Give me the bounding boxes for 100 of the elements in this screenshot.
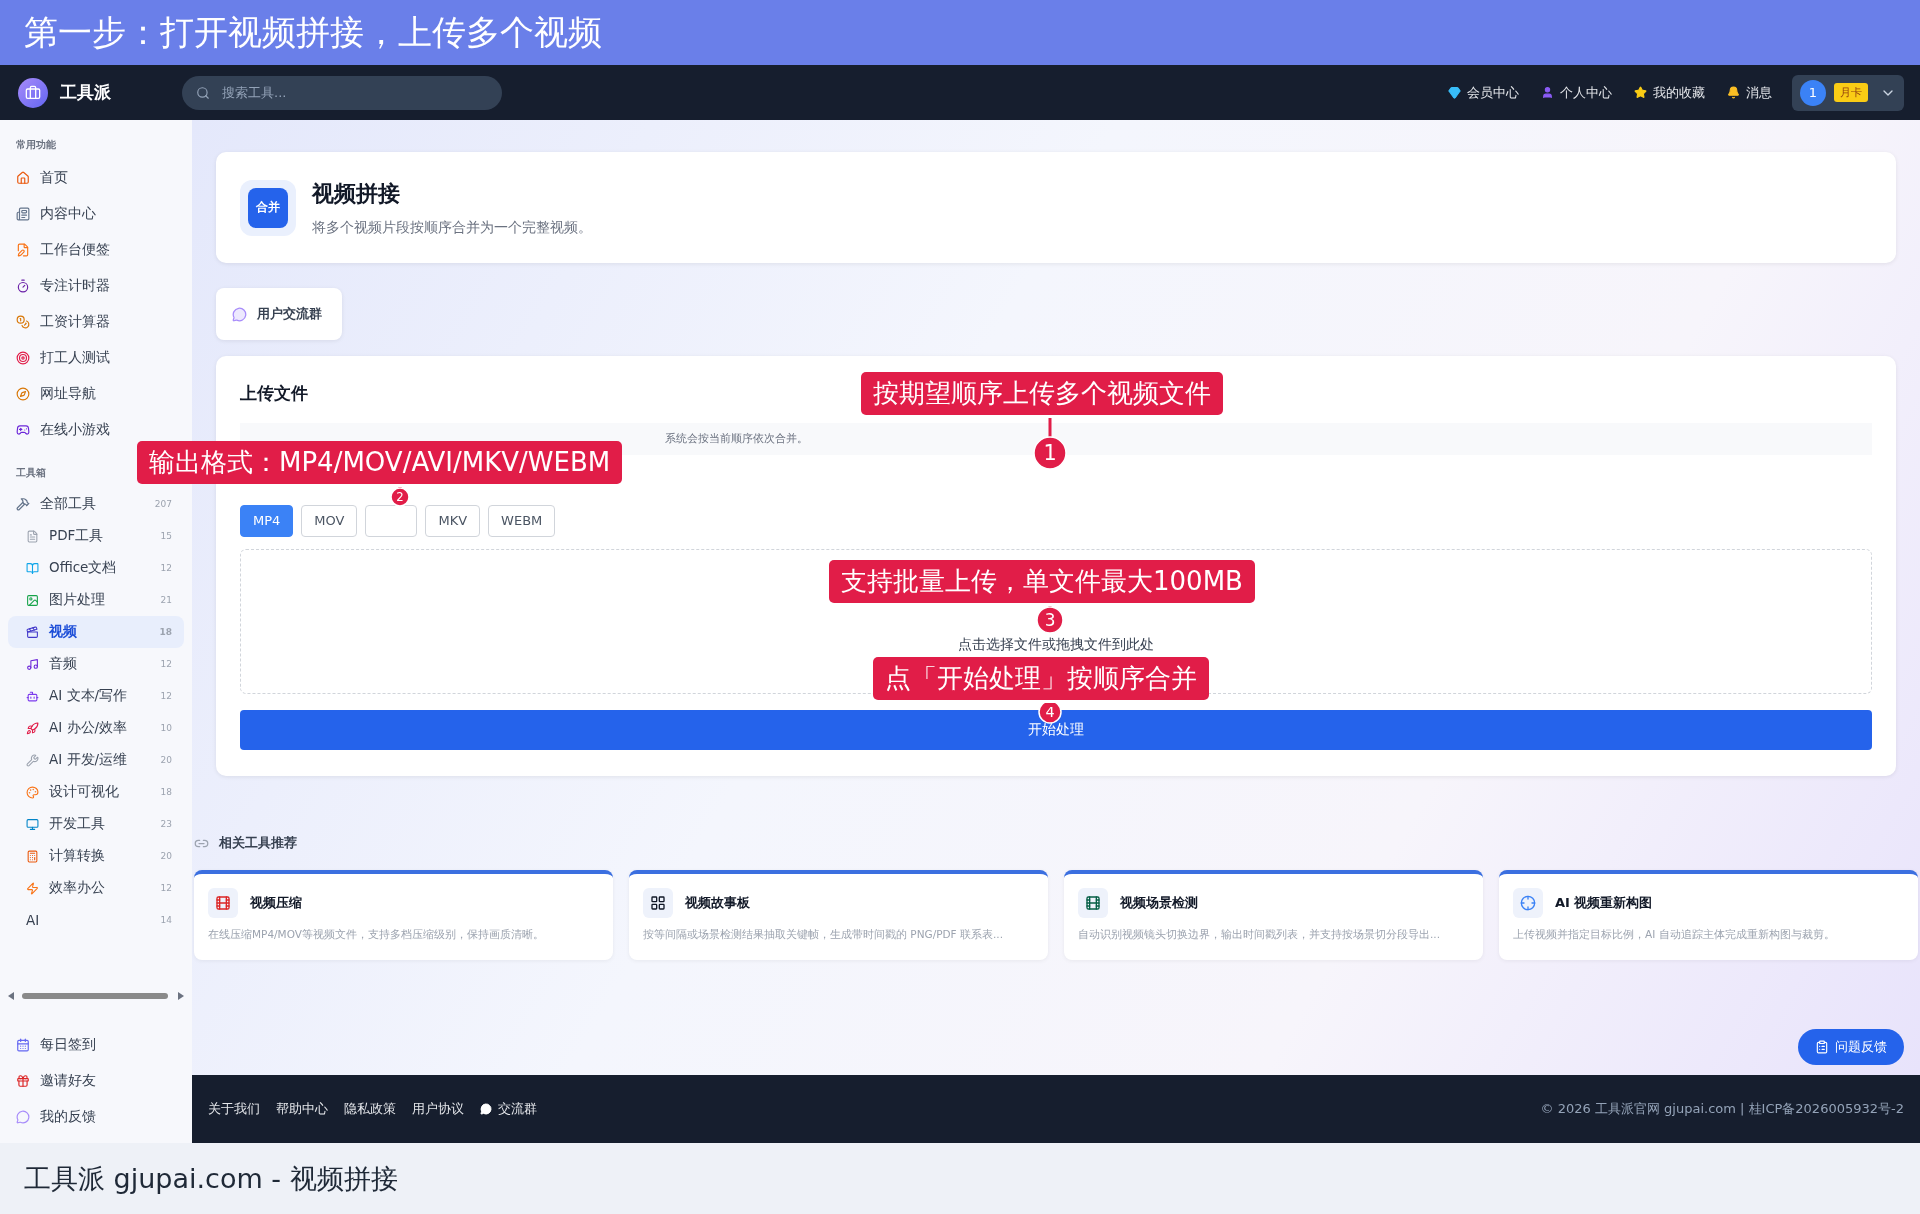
logo-icon[interactable] <box>18 77 48 108</box>
item-count: 20 <box>160 755 172 765</box>
category-item[interactable]: AI 14 <box>8 904 184 936</box>
tool-card[interactable]: 视频故事板 按等间隔或场景检测结果抽取关键帧，生成带时间戳的 PNG/PDF 联系表... <box>629 870 1048 960</box>
item-count: 10 <box>160 723 172 733</box>
search-icon <box>196 85 210 100</box>
item-count: 21 <box>160 595 172 605</box>
category-item[interactable]: AI 办公/效率 10 <box>8 712 184 744</box>
format-chip[interactable]: WEBM <box>488 504 556 537</box>
sidebar-item[interactable]: 打工人测试 <box>8 340 184 376</box>
feedback-button[interactable]: 问题反馈 <box>1798 1029 1904 1065</box>
format-chip[interactable]: MOV <box>301 504 358 537</box>
tool-description: 将多个视频片段按顺序合并为一个完整视频。 <box>312 218 592 237</box>
callout-label: 按期望顺序上传多个视频文件 <box>861 372 1223 415</box>
logo-text[interactable]: 工具派 <box>60 81 182 104</box>
sidebar-item[interactable]: 邀请好友 <box>8 1063 184 1099</box>
user-menu[interactable]: 1 月卡 <box>1792 74 1904 111</box>
category-item[interactable]: Office文档 12 <box>8 552 184 584</box>
drop-zone-text: 点击选择文件或拖拽文件到此处 <box>958 635 1154 654</box>
nav-link[interactable]: 消息 <box>1727 83 1772 102</box>
gift-icon <box>16 1074 30 1088</box>
category-item[interactable]: PDF工具 15 <box>8 520 184 552</box>
tool-badge: 合并 <box>248 187 288 228</box>
sidebar-item[interactable]: 工作台便签 <box>8 232 184 268</box>
user-icon <box>1541 86 1554 99</box>
item-count: 18 <box>160 787 172 797</box>
horizontal-scrollbar[interactable] <box>8 989 184 1003</box>
category-item[interactable]: 视频 18 <box>8 616 184 648</box>
hint-text: 系统会按当前顺序依次合并。 <box>665 431 808 447</box>
home-icon <box>16 171 30 185</box>
section-title: 工具箱 <box>15 466 47 480</box>
category-item[interactable]: AI 文本/写作 12 <box>8 680 184 712</box>
tool-name: 视频故事板 <box>685 894 750 912</box>
calendar-icon <box>16 1038 30 1052</box>
format-chip[interactable]: MKV <box>425 504 481 537</box>
item-count: 20 <box>160 851 172 861</box>
search-field[interactable]: 搜索工具... <box>182 75 502 110</box>
item-count: 18 <box>159 627 172 637</box>
section-title: 相关工具推荐 <box>219 834 297 852</box>
footer-link[interactable]: 用户协议 <box>412 1100 464 1118</box>
sidebar-item[interactable]: 每日签到 <box>8 1027 184 1063</box>
item-count: 12 <box>160 659 172 669</box>
coins-icon <box>16 315 30 329</box>
category-item[interactable]: 效率办公 12 <box>8 872 184 904</box>
plan-tag: 月卡 <box>1834 83 1868 102</box>
tool-card[interactable]: 视频压缩 在线压缩MP4/MOV等视频文件，支持多档压缩级别，保持画质清晰。 <box>194 870 613 960</box>
category-item[interactable]: 设计可视化 18 <box>8 776 184 808</box>
callout-label: 输出格式：MP4/MOV/AVI/MKV/WEBM <box>137 441 623 484</box>
tool-card[interactable]: AI 视频重新构图 上传视频并指定目标比例，AI 自动追踪主体完成重新构图与裁剪。 <box>1499 870 1918 960</box>
category-item[interactable]: AI 开发/运维 20 <box>8 744 184 776</box>
format-chip[interactable]: MP4 <box>240 504 294 537</box>
tool-name: AI 视频重新构图 <box>1555 894 1653 912</box>
user-avatar: 1 <box>1800 79 1826 106</box>
category-item[interactable]: 计算转换 20 <box>8 840 184 872</box>
sidebar-item[interactable]: 内容中心 <box>8 196 184 232</box>
target-icon <box>16 351 30 365</box>
sidebar-item[interactable]: 首页 <box>8 160 184 196</box>
robot-icon <box>26 689 39 703</box>
palette-icon <box>26 785 39 799</box>
tool-description: 在线压缩MP4/MOV等视频文件，支持多档压缩级别，保持画质清晰。 <box>208 928 545 942</box>
copyright-text: © 2026 工具派官网 gjupai.com | 桂ICP备2026005932号-2 <box>1540 1100 1904 1118</box>
sidebar-item[interactable]: 网址导航 <box>8 376 184 412</box>
music-icon <box>26 657 39 671</box>
image-icon <box>26 593 39 607</box>
star-icon <box>1634 86 1647 99</box>
callout-label: 点「开始处理」按顺序合并 <box>873 657 1209 700</box>
category-item[interactable]: 音频 12 <box>8 648 184 680</box>
category-item[interactable]: 开发工具 23 <box>8 808 184 840</box>
film-icon <box>208 888 238 918</box>
section-title: 常用功能 <box>15 138 57 152</box>
sidebar-item[interactable]: 我的反馈 <box>8 1099 184 1135</box>
tool-card[interactable]: 视频场景检测 自动识别视频镜头切换边界，输出时间戳列表，并支持按场景切分段导出... <box>1064 870 1483 960</box>
sidebar-item[interactable]: 全部工具 207 <box>8 488 184 520</box>
callout-label: 支持批量上传，单文件最大100MB <box>829 560 1255 603</box>
clipboard-icon <box>1815 1040 1829 1054</box>
footer-link[interactable]: 隐私政策 <box>344 1100 396 1118</box>
tool-name: 视频场景检测 <box>1120 894 1198 912</box>
community-button[interactable]: 用户交流群 <box>216 288 342 340</box>
tool-name: 视频压缩 <box>250 894 302 912</box>
item-count: 12 <box>160 563 172 573</box>
chat-bubble-icon <box>232 306 247 322</box>
footer-link[interactable]: 帮助中心 <box>276 1100 328 1118</box>
tool-title: 视频拼接 <box>312 179 401 208</box>
nav-link[interactable]: 我的收藏 <box>1634 83 1705 102</box>
timer-icon <box>16 279 30 293</box>
nav-link[interactable]: 个人中心 <box>1541 83 1612 102</box>
footer-link[interactable]: 交流群 <box>480 1100 537 1118</box>
chat-bubble-icon <box>16 1110 30 1124</box>
item-count: 15 <box>160 531 172 541</box>
chat-bubble-icon <box>480 1103 492 1115</box>
footer-link[interactable]: 关于我们 <box>208 1100 260 1118</box>
gem-icon <box>1448 86 1461 99</box>
hammer-icon <box>16 497 30 511</box>
sidebar-item[interactable]: 工资计算器 <box>8 304 184 340</box>
bell-icon <box>1727 86 1740 99</box>
category-item[interactable]: 图片处理 21 <box>8 584 184 616</box>
item-count: 23 <box>160 819 172 829</box>
sidebar-item[interactable]: 专注计时器 <box>8 268 184 304</box>
nav-link[interactable]: 会员中心 <box>1448 83 1519 102</box>
rocket-icon <box>26 721 39 735</box>
